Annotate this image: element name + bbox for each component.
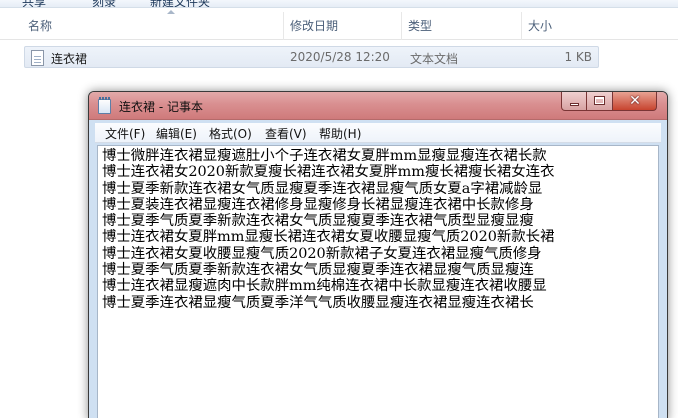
text-line: 博士夏季新款连衣裙女气质显瘦夏季连衣裙显瘦气质女夏a字裙减龄显 xyxy=(102,180,543,197)
text-line: 博士夏季连衣裙显瘦气质夏季洋气气质收腰显瘦连衣裙显瘦连衣裙长 xyxy=(102,294,534,311)
minimize-icon xyxy=(570,103,579,106)
maximize-button[interactable] xyxy=(587,92,613,111)
file-date: 2020/5/28 12:20 xyxy=(290,50,390,64)
window-title: 连衣裙 - 记事本 xyxy=(119,100,203,114)
text-line: 博士夏装连衣裙显瘦连衣裙修身显瘦修身长裙显瘦连衣裙中长款修身 xyxy=(102,196,534,213)
notepad-window: 连衣裙 - 记事本 ✕ 文件(F) 编辑(E) 格式(O) 查看(V) 帮助(H… xyxy=(88,91,668,418)
toolbar-share-button[interactable]: 共享 xyxy=(22,0,46,7)
close-icon: ✕ xyxy=(629,93,641,109)
text-line: 博士夏季气质夏季新款连衣裙女气质显瘦夏季连衣裙显瘦气质显瘦连 xyxy=(102,262,534,279)
file-type: 文本文档 xyxy=(410,52,459,66)
menu-bar: 文件(F) 编辑(E) 格式(O) 查看(V) 帮助(H) xyxy=(95,123,661,143)
sort-chevron-up-icon xyxy=(167,10,175,14)
text-line: 博士连衣裙女2020新款夏瘦长裙连衣裙女夏胖mm瘦长裙瘦长裙女连衣 xyxy=(102,164,555,181)
menu-edit[interactable]: 编辑(E) xyxy=(156,125,197,142)
column-type-label: 类型 xyxy=(408,19,433,33)
text-line: 博士微胖连衣裙显瘦遮肚小个子连衣裙女夏胖mm显瘦显瘦连衣裙长款 xyxy=(102,148,547,164)
explorer-toolbar: 共享 刻录 新建文件夹 xyxy=(0,0,678,8)
column-size-header[interactable]: 大小 xyxy=(522,12,602,40)
maximize-icon xyxy=(594,96,605,105)
column-size-label: 大小 xyxy=(528,19,553,33)
minimize-button[interactable] xyxy=(561,92,587,111)
text-line: 博士连衣裙女夏胖mm显瘦长裙连衣裙女夏收腰显瘦气质2020新款长裙 xyxy=(102,229,555,246)
column-date-header[interactable]: 修改日期 xyxy=(284,12,402,40)
text-line: 博士连衣裙女夏收腰显瘦气质2020新款裙子女夏连衣裙显瘦气质修身 xyxy=(102,245,542,262)
file-size: 1 KB xyxy=(564,50,592,64)
menu-help[interactable]: 帮助(H) xyxy=(319,125,361,142)
file-name: 连衣裙 xyxy=(51,52,88,66)
text-line: 博士连衣裙显瘦遮肉中长款胖mm纯棉连衣裙中长款显瘦连衣裙收腰显 xyxy=(102,278,547,295)
close-button[interactable]: ✕ xyxy=(613,92,657,111)
menu-file[interactable]: 文件(F) xyxy=(105,125,145,142)
file-row[interactable]: 连衣裙 2020/5/28 12:20 文本文档 1 KB xyxy=(24,46,599,68)
text-editor[interactable]: 博士微胖连衣裙显瘦遮肚小个子连衣裙女夏胖mm显瘦显瘦连衣裙长款 博士连衣裙女20… xyxy=(97,145,659,418)
column-type-header[interactable]: 类型 xyxy=(402,12,522,40)
column-header: 名称 修改日期 类型 大小 xyxy=(0,10,678,40)
notepad-app-icon[interactable] xyxy=(98,97,111,114)
notepad-titlebar[interactable]: 连衣裙 - 记事本 ✕ xyxy=(89,92,667,120)
column-name-header[interactable]: 名称 xyxy=(22,10,284,40)
toolbar-burn-button[interactable]: 刻录 xyxy=(92,0,116,7)
text-file-icon xyxy=(31,50,44,66)
column-date-label: 修改日期 xyxy=(290,19,339,33)
toolbar-new-folder-button[interactable]: 新建文件夹 xyxy=(150,0,210,7)
column-name-label: 名称 xyxy=(28,19,53,33)
menu-format[interactable]: 格式(O) xyxy=(209,125,252,142)
menu-view[interactable]: 查看(V) xyxy=(265,125,307,142)
text-line: 博士夏季气质夏季新款连衣裙女气质显瘦夏季连衣裙气质型显瘦显瘦 xyxy=(102,213,534,230)
